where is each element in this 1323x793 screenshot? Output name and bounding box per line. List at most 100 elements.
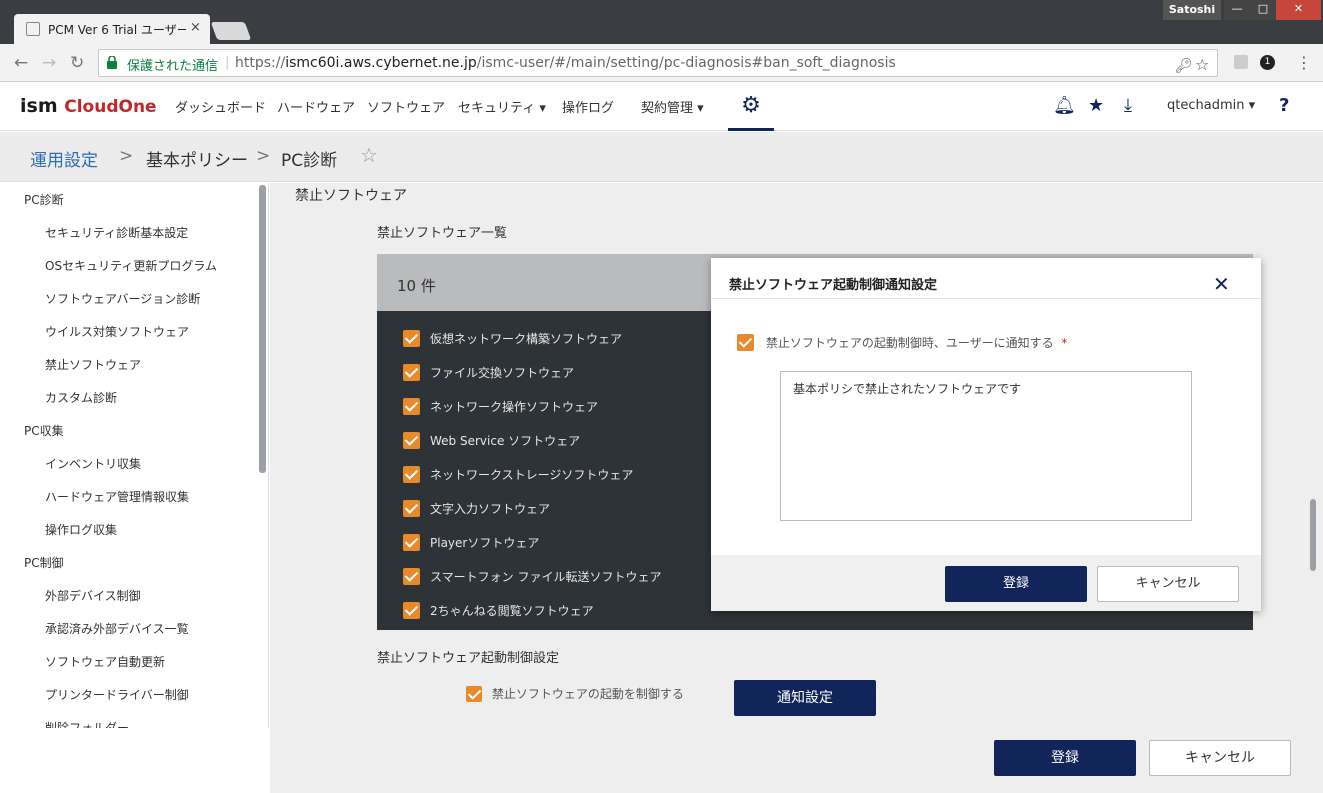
cancel-button[interactable]: キャンセル bbox=[1149, 740, 1291, 776]
pdf-extension-icon[interactable] bbox=[1234, 55, 1248, 69]
list-item[interactable]: 文字入力ソフトウェア bbox=[403, 500, 550, 520]
sidebar-group-pc-control[interactable]: PC制御 bbox=[24, 554, 64, 571]
key-icon[interactable]: 🔑︎ bbox=[1175, 58, 1193, 74]
tab-title: PCM Ver 6 Trial ユーザー bbox=[48, 23, 186, 37]
sidebar-item[interactable]: 削除フォルダー bbox=[45, 719, 129, 728]
browser-menu-icon[interactable]: ⋮ bbox=[1296, 53, 1312, 72]
sidebar-item[interactable]: プリンタードライバー制御 bbox=[45, 686, 189, 703]
new-tab-button[interactable] bbox=[210, 22, 252, 40]
page-favicon-icon bbox=[26, 22, 40, 36]
sidebar-item[interactable]: 外部デバイス制御 bbox=[45, 587, 141, 604]
sidebar-group-pc-collection[interactable]: PC収集 bbox=[24, 422, 64, 439]
notify-user-checkbox[interactable] bbox=[737, 334, 754, 351]
menu-software[interactable]: ソフトウェア bbox=[367, 97, 445, 116]
menu-contract[interactable]: 契約管理 ▾ bbox=[641, 97, 704, 116]
breadcrumb: 運用設定 > 基本ポリシー > PC診断 ☆ bbox=[0, 132, 1323, 182]
url-separator: | bbox=[225, 55, 230, 70]
checkbox[interactable] bbox=[403, 330, 420, 347]
notification-bell-icon[interactable]: 🔔︎ bbox=[1053, 95, 1076, 116]
reload-icon[interactable]: ↻ bbox=[70, 53, 84, 73]
extension-badge-icon[interactable]: 1 bbox=[1260, 55, 1275, 70]
main-scrollbar[interactable] bbox=[1310, 499, 1316, 571]
control-checkbox[interactable] bbox=[466, 685, 482, 702]
checkbox[interactable] bbox=[403, 398, 420, 415]
list-item[interactable]: スマートフォン ファイル転送ソフトウェア bbox=[403, 568, 661, 588]
checkbox[interactable] bbox=[403, 432, 420, 449]
notification-message-textarea[interactable]: 基本ポリシで禁止されたソフトウェアです bbox=[780, 371, 1192, 521]
dialog-register-button[interactable]: 登録 bbox=[945, 566, 1087, 602]
list-item[interactable]: ネットワーク操作ソフトウェア bbox=[403, 398, 598, 418]
browser-toolbar: ← → ↻ 保護された通信 | https://ismc60i.aws.cybe… bbox=[0, 44, 1323, 82]
window-close-button[interactable]: ✕ bbox=[1276, 0, 1321, 20]
breadcrumb-separator: > bbox=[256, 146, 271, 166]
download-icon[interactable]: ⤓ bbox=[1124, 95, 1132, 116]
notify-settings-dialog: 禁止ソフトウェア起動制御通知設定 ✕ 禁止ソフトウェアの起動制御時、ユーザーに通… bbox=[711, 258, 1261, 611]
forward-arrow-icon[interactable]: → bbox=[42, 53, 56, 73]
notify-settings-button[interactable]: 通知設定 bbox=[734, 680, 876, 716]
menu-hardware[interactable]: ハードウェア bbox=[277, 97, 355, 116]
window-maximize-button[interactable]: □ bbox=[1250, 0, 1276, 20]
sidebar-item-banned-software[interactable]: 禁止ソフトウェア bbox=[45, 356, 141, 373]
sidebar-item[interactable]: OSセキュリティ更新プログラム bbox=[45, 257, 217, 274]
list-item[interactable]: ファイル交換ソフトウェア bbox=[403, 364, 574, 384]
profile-name[interactable]: Satoshi bbox=[1163, 0, 1221, 20]
checkbox[interactable] bbox=[403, 364, 420, 381]
section-title: 禁止ソフトウェア bbox=[295, 188, 407, 204]
sidebar-scrollbar[interactable] bbox=[259, 185, 266, 473]
sidebar-item[interactable]: カスタム診断 bbox=[45, 389, 117, 406]
checkbox[interactable] bbox=[403, 568, 420, 585]
sidebar-item[interactable]: セキュリティ診断基本設定 bbox=[45, 224, 188, 241]
favorite-page-star-icon[interactable]: ☆ bbox=[360, 143, 378, 167]
dialog-title: 禁止ソフトウェア起動制御通知設定 bbox=[729, 278, 938, 293]
browser-titlebar: PCM Ver 6 Trial ユーザー × Satoshi — □ ✕ bbox=[0, 0, 1323, 44]
register-button[interactable]: 登録 bbox=[994, 740, 1136, 776]
user-menu[interactable]: qtechadmin ▾ bbox=[1167, 98, 1255, 113]
sidebar-item[interactable]: 操作ログ収集 bbox=[45, 521, 117, 538]
window-minimize-button[interactable]: — bbox=[1224, 0, 1250, 20]
dialog-divider bbox=[711, 298, 1261, 299]
list-title: 禁止ソフトウェア一覧 bbox=[377, 226, 508, 241]
list-item[interactable]: Web Service ソフトウェア bbox=[403, 432, 580, 452]
tab-close-icon[interactable]: × bbox=[190, 20, 201, 35]
notify-user-label: 禁止ソフトウェアの起動制御時、ユーザーに通知する bbox=[765, 336, 1054, 350]
breadcrumb-middle: 基本ポリシー bbox=[146, 151, 248, 171]
browser-tab[interactable]: PCM Ver 6 Trial ユーザー × bbox=[14, 14, 210, 44]
control-checkbox-label: 禁止ソフトウェアの起動を制御する bbox=[491, 687, 684, 701]
list-item[interactable]: Playerソフトウェア bbox=[403, 534, 539, 554]
required-mark: * bbox=[1061, 335, 1068, 350]
sidebar-item[interactable]: ハードウェア管理情報収集 bbox=[45, 488, 189, 505]
help-icon[interactable]: ? bbox=[1279, 95, 1289, 116]
sidebar-item[interactable]: ウイルス対策ソフトウェア bbox=[45, 323, 189, 340]
sidebar-item[interactable]: ソフトウェアバージョン診断 bbox=[45, 290, 200, 307]
settings-gear-icon[interactable]: ⚙ bbox=[728, 83, 774, 131]
control-checkbox-row[interactable]: 禁止ソフトウェアの起動を制御する bbox=[466, 685, 684, 702]
checkbox[interactable] bbox=[403, 534, 420, 551]
notify-user-checkbox-row[interactable]: 禁止ソフトウェアの起動制御時、ユーザーに通知する * bbox=[737, 334, 1067, 351]
sidebar-group-pc-diagnosis[interactable]: PC診断 bbox=[24, 191, 64, 208]
back-arrow-icon[interactable]: ← bbox=[14, 53, 28, 73]
checkbox[interactable] bbox=[403, 466, 420, 483]
list-item[interactable]: ネットワークストレージソフトウェア bbox=[403, 466, 633, 486]
checkbox[interactable] bbox=[403, 602, 420, 619]
menu-security[interactable]: セキュリティ ▾ bbox=[458, 97, 546, 116]
lock-icon bbox=[107, 56, 117, 69]
menu-operation-log[interactable]: 操作ログ bbox=[562, 97, 614, 116]
breadcrumb-root-link[interactable]: 運用設定 bbox=[30, 146, 98, 171]
page-title: PC診断 bbox=[281, 151, 338, 171]
sidebar-item[interactable]: ソフトウェア自動更新 bbox=[45, 653, 165, 670]
bookmark-star-icon[interactable]: ☆ bbox=[1195, 55, 1209, 74]
favorite-star-icon[interactable]: ★ bbox=[1088, 95, 1104, 116]
address-bar[interactable]: 保護された通信 | https://ismc60i.aws.cybernet.n… bbox=[98, 49, 1218, 77]
list-item[interactable]: 仮想ネットワーク構築ソフトウェア bbox=[403, 330, 622, 350]
dialog-cancel-button[interactable]: キャンセル bbox=[1097, 566, 1239, 602]
item-count: 10 件 bbox=[397, 277, 436, 295]
app-header: ism CloudOne ダッシュボード ハードウェア ソフトウェア セキュリテ… bbox=[0, 83, 1323, 131]
menu-dashboard[interactable]: ダッシュボード bbox=[175, 97, 266, 116]
control-title: 禁止ソフトウェア起動制御設定 bbox=[377, 651, 560, 666]
ism-cloudone-logo[interactable]: ism CloudOne bbox=[20, 95, 157, 117]
checkbox[interactable] bbox=[403, 500, 420, 517]
sidebar-item[interactable]: インベントリ収集 bbox=[45, 455, 141, 472]
list-item[interactable]: 2ちゃんねる閲覧ソフトウェア bbox=[403, 602, 594, 622]
sidebar-item[interactable]: 承認済み外部デバイス一覧 bbox=[45, 620, 189, 637]
close-icon[interactable]: ✕ bbox=[1213, 272, 1230, 296]
